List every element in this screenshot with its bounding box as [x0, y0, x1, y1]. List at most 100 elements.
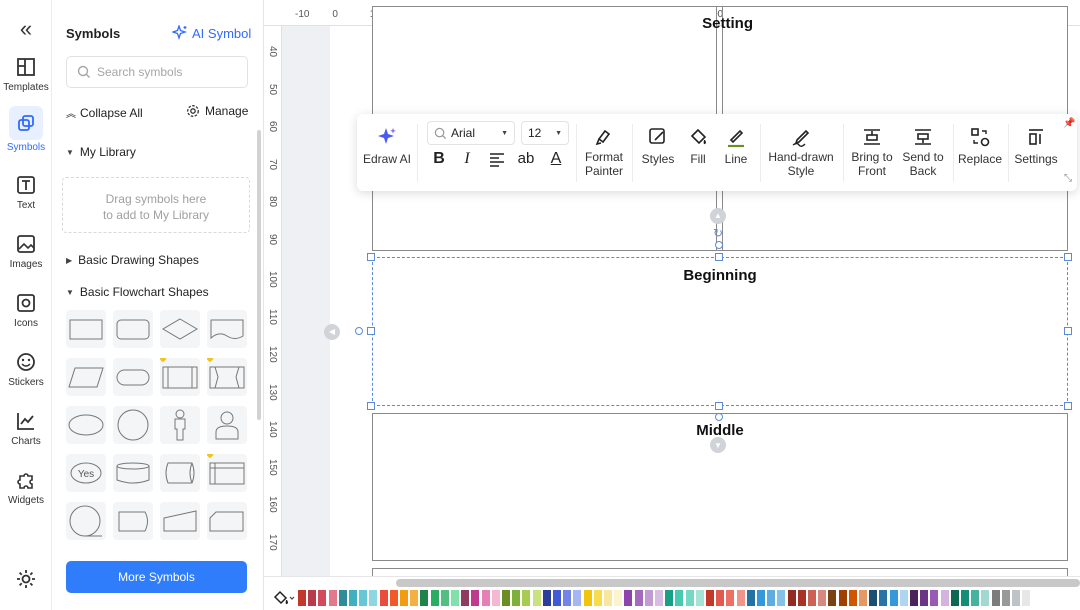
color-swatch[interactable]	[593, 590, 602, 606]
color-swatch[interactable]	[991, 590, 1000, 606]
color-swatch[interactable]	[318, 590, 327, 606]
more-symbols-button[interactable]: More Symbols	[66, 561, 247, 593]
color-swatch[interactable]	[410, 590, 419, 606]
color-swatch[interactable]	[736, 590, 745, 606]
color-swatch[interactable]	[563, 590, 572, 606]
my-library-header[interactable]: ▼ My Library	[66, 145, 136, 159]
terminator-shape[interactable]	[113, 358, 153, 396]
color-swatch[interactable]	[1022, 590, 1031, 606]
color-swatch[interactable]	[889, 590, 898, 606]
rail-item-images[interactable]: Images	[0, 229, 52, 285]
canvas-page[interactable]: Setting Beginning Middle ↻ ▲ ▼	[330, 6, 1080, 598]
yes-ellipse-shape[interactable]: Yes	[66, 454, 106, 492]
color-swatch[interactable]	[583, 590, 592, 606]
color-swatch[interactable]	[420, 590, 429, 606]
expand-up-icon[interactable]: ▲	[710, 208, 726, 224]
search-box[interactable]	[66, 56, 248, 88]
color-swatch[interactable]	[644, 590, 653, 606]
format-painter-button[interactable]: Format Painter	[581, 114, 627, 191]
card-shape[interactable]	[207, 502, 247, 540]
manual-input-shape[interactable]	[160, 502, 200, 540]
expand-left-icon[interactable]: ◀	[324, 324, 340, 340]
connection-point-left[interactable]	[355, 327, 363, 335]
font-color-button[interactable]: A	[545, 150, 567, 168]
stored-data-shape[interactable]	[207, 358, 247, 396]
color-swatch[interactable]	[522, 590, 531, 606]
hand-drawn-style-button[interactable]: Hand-drawn Style	[765, 114, 837, 191]
resize-handle-mr[interactable]	[1064, 327, 1072, 335]
font-family-select[interactable]: Arial ▼	[427, 121, 515, 145]
edraw-ai-button[interactable]: Edraw AI	[361, 114, 413, 191]
ai-symbol-button[interactable]: AI Symbol	[172, 25, 251, 41]
sequential-data-shape[interactable]	[66, 502, 106, 540]
color-swatch[interactable]	[338, 590, 347, 606]
rail-item-charts[interactable]: Charts	[0, 406, 52, 462]
align-button[interactable]	[486, 150, 508, 173]
settings-gear-icon[interactable]	[13, 566, 39, 592]
color-swatch[interactable]	[298, 590, 306, 606]
color-swatch[interactable]	[920, 590, 929, 606]
color-swatch[interactable]	[777, 590, 786, 606]
color-swatch[interactable]	[879, 590, 888, 606]
bring-to-front-button[interactable]: Bring to Front	[847, 114, 897, 191]
color-swatch[interactable]	[675, 590, 684, 606]
color-swatch[interactable]	[481, 590, 490, 606]
process-shape[interactable]	[66, 310, 106, 348]
actor-shape[interactable]	[160, 406, 200, 444]
settings-button[interactable]: Settings	[1012, 114, 1060, 191]
color-swatch[interactable]	[910, 590, 918, 606]
collapse-toolbar-icon[interactable]: ⤡	[1064, 173, 1072, 184]
resize-handle-tl[interactable]	[367, 253, 375, 261]
fill-button[interactable]: Fill	[681, 114, 715, 191]
italic-button[interactable]: I	[456, 150, 478, 168]
color-swatch[interactable]	[379, 590, 388, 606]
rail-item-templates[interactable]: Templates	[0, 52, 52, 108]
color-swatch[interactable]	[695, 590, 704, 606]
search-input[interactable]	[97, 65, 237, 79]
color-swatch[interactable]	[716, 590, 725, 606]
color-swatch[interactable]	[981, 590, 990, 606]
predefined-process-shape[interactable]	[160, 358, 200, 396]
direct-data-shape[interactable]	[160, 454, 200, 492]
resize-handle-ml[interactable]	[367, 327, 375, 335]
color-swatch[interactable]	[400, 590, 408, 606]
rail-item-widgets[interactable]: Widgets	[0, 465, 52, 521]
font-size-select[interactable]: 12 ▼	[521, 121, 569, 145]
color-swatch[interactable]	[797, 590, 806, 606]
bold-button[interactable]: B	[428, 150, 450, 168]
color-swatch[interactable]	[471, 590, 480, 606]
color-swatch[interactable]	[838, 590, 847, 606]
rotate-handle-icon[interactable]: ↻	[713, 226, 723, 240]
color-swatch[interactable]	[746, 590, 755, 606]
color-swatch[interactable]	[389, 590, 398, 606]
alternate-process-shape[interactable]	[113, 310, 153, 348]
color-swatch[interactable]	[940, 590, 949, 606]
resize-handle-br[interactable]	[1064, 402, 1072, 410]
color-swatch[interactable]	[532, 590, 541, 606]
color-swatch[interactable]	[369, 590, 378, 606]
basic-drawing-header[interactable]: ▶ Basic Drawing Shapes	[66, 253, 199, 267]
ellipse-shape[interactable]	[66, 406, 106, 444]
styles-button[interactable]: Styles	[637, 114, 679, 191]
color-swatch[interactable]	[553, 590, 561, 606]
color-swatch[interactable]	[706, 590, 714, 606]
user-shape[interactable]	[207, 406, 247, 444]
color-swatch[interactable]	[451, 590, 459, 606]
internal-storage-shape[interactable]	[207, 454, 247, 492]
text-case-button[interactable]: ab	[515, 150, 537, 167]
manage-button[interactable]: Manage	[186, 104, 248, 118]
color-swatch[interactable]	[848, 590, 857, 606]
rail-item-symbols[interactable]: Symbols	[0, 106, 52, 162]
color-swatch[interactable]	[573, 590, 582, 606]
color-swatch[interactable]	[787, 590, 796, 606]
resize-handle-tr[interactable]	[1064, 253, 1072, 261]
library-drop-zone[interactable]: Drag symbols here to add to My Library	[62, 177, 250, 233]
basic-flowchart-header[interactable]: ▼ Basic Flowchart Shapes	[66, 285, 209, 299]
data-shape[interactable]	[66, 358, 106, 396]
color-swatch[interactable]	[665, 590, 674, 606]
middle-box[interactable]: Middle	[372, 413, 1068, 561]
decision-shape[interactable]	[160, 310, 200, 348]
panel-scrollbar[interactable]	[257, 130, 261, 420]
rail-item-icons[interactable]: Icons	[0, 288, 52, 344]
color-swatch[interactable]	[542, 590, 551, 606]
